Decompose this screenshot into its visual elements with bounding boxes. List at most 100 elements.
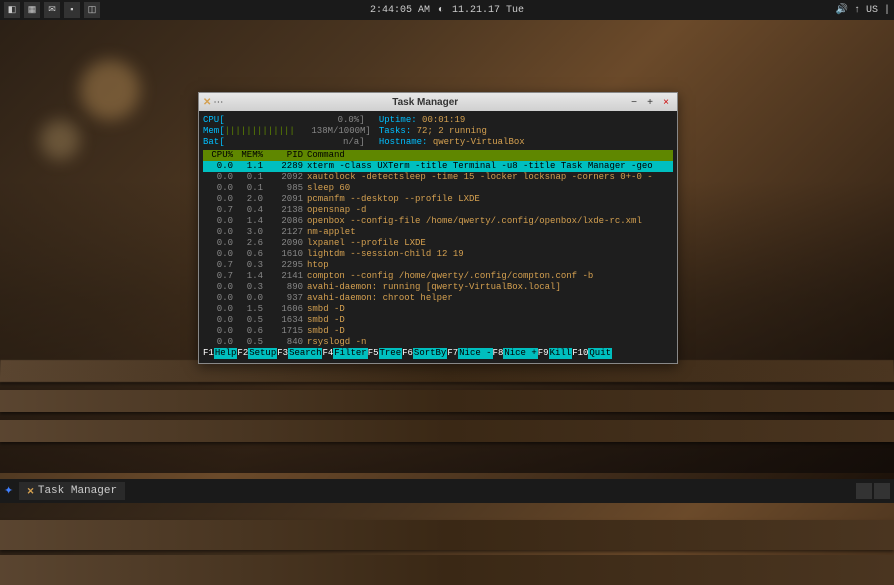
shade-icon[interactable]: ⋯ <box>213 97 223 108</box>
proc-pid: 890 <box>263 282 303 293</box>
mem-value: 138M/1000M] <box>295 126 371 137</box>
terminal-icon[interactable]: ▪ <box>64 2 80 18</box>
process-row[interactable]: 0.00.0937avahi-daemon: chroot helper <box>203 293 673 304</box>
proc-cpu: 0.0 <box>203 227 233 238</box>
proc-pid: 840 <box>263 337 303 348</box>
tasks-value: 72; 2 running <box>417 126 487 136</box>
fkey-label[interactable]: Nice + <box>503 348 537 359</box>
process-row[interactable]: 0.71.42141compton --config /home/qwerty/… <box>203 271 673 282</box>
fkey-label[interactable]: Search <box>288 348 322 359</box>
proc-mem: 0.3 <box>233 260 263 271</box>
process-row[interactable]: 0.01.51606smbd -D <box>203 304 673 315</box>
process-header[interactable]: CPU% MEM% PID Command <box>203 150 673 161</box>
fkey: F3 <box>277 348 288 359</box>
taskbar-item-task-manager[interactable]: ✕ Task Manager <box>19 482 125 500</box>
process-row[interactable]: 0.00.61610lightdm --session-child 12 19 <box>203 249 673 260</box>
proc-cpu: 0.0 <box>203 161 233 172</box>
proc-cpu: 0.7 <box>203 205 233 216</box>
fkey-label[interactable]: Setup <box>248 348 277 359</box>
proc-mem: 0.5 <box>233 337 263 348</box>
proc-pid: 937 <box>263 293 303 304</box>
fkey-label[interactable]: Filter <box>333 348 367 359</box>
proc-cpu: 0.0 <box>203 282 233 293</box>
function-key-bar: F1HelpF2SetupF3SearchF4FilterF5TreeF6Sor… <box>203 348 673 359</box>
header-mem: MEM% <box>233 150 263 161</box>
keyboard-locale[interactable]: US <box>866 5 878 16</box>
proc-cpu: 0.0 <box>203 238 233 249</box>
proc-cpu: 0.0 <box>203 216 233 227</box>
proc-mem: 1.5 <box>233 304 263 315</box>
process-row[interactable]: 0.00.5840rsyslogd -n <box>203 337 673 348</box>
proc-command: pcmanfm --desktop --profile LXDE <box>303 194 673 205</box>
proc-command: avahi-daemon: running [qwerty-VirtualBox… <box>303 282 673 293</box>
fkey-label[interactable]: Quit <box>588 348 612 359</box>
proc-pid: 1606 <box>263 304 303 315</box>
process-row[interactable]: 0.01.42086openbox --config-file /home/qw… <box>203 216 673 227</box>
launcher-icon[interactable]: ▦ <box>24 2 40 18</box>
proc-pid: 2138 <box>263 205 303 216</box>
fkey: F8 <box>493 348 504 359</box>
weather-icon[interactable]: ◐ <box>438 5 444 16</box>
bat-value: n/a] <box>225 137 365 148</box>
workspace-2[interactable] <box>874 483 890 499</box>
launcher-icon[interactable]: ✉ <box>44 2 60 18</box>
process-row[interactable]: 0.00.12092xautolock -detectsleep -time 1… <box>203 172 673 183</box>
process-row[interactable]: 0.70.42138opensnap -d <box>203 205 673 216</box>
workspace-1[interactable] <box>856 483 872 499</box>
terminal-body[interactable]: CPU[0.0%] Mem[|||||||||||||138M/1000M] B… <box>199 111 677 363</box>
fkey-label[interactable]: Nice - <box>458 348 492 359</box>
launcher-icon[interactable]: ◧ <box>4 2 20 18</box>
volume-icon[interactable]: 🔊 <box>836 4 848 16</box>
proc-mem: 3.0 <box>233 227 263 238</box>
bottom-panel: ✦ ✕ Task Manager <box>0 479 894 503</box>
process-row[interactable]: 0.00.61715smbd -D <box>203 326 673 337</box>
proc-command: smbd -D <box>303 315 673 326</box>
fkey: F6 <box>402 348 413 359</box>
process-row[interactable]: 0.00.1985sleep 60 <box>203 183 673 194</box>
proc-cpu: 0.0 <box>203 249 233 260</box>
process-row[interactable]: 0.00.3890avahi-daemon: running [qwerty-V… <box>203 282 673 293</box>
proc-mem: 2.0 <box>233 194 263 205</box>
hostname-label: Hostname: <box>379 137 433 147</box>
proc-mem: 0.6 <box>233 249 263 260</box>
proc-cpu: 0.7 <box>203 271 233 282</box>
app-icon: ✕ <box>27 484 34 498</box>
process-row[interactable]: 0.02.62090lxpanel --profile LXDE <box>203 238 673 249</box>
window-titlebar[interactable]: ✕ ⋯ Task Manager − + × <box>199 93 677 111</box>
header-command: Command <box>303 150 673 161</box>
fkey-label[interactable]: Kill <box>549 348 573 359</box>
process-row[interactable]: 0.00.51634smbd -D <box>203 315 673 326</box>
proc-mem: 0.1 <box>233 183 263 194</box>
clock-time[interactable]: 2:44:05 AM <box>370 5 430 16</box>
proc-pid: 2086 <box>263 216 303 227</box>
wallpaper-bokeh <box>80 60 140 120</box>
proc-mem: 0.3 <box>233 282 263 293</box>
proc-cpu: 0.0 <box>203 337 233 348</box>
cpu-value: 0.0%] <box>225 115 365 126</box>
proc-command: opensnap -d <box>303 205 673 216</box>
proc-command: lightdm --session-child 12 19 <box>303 249 673 260</box>
process-row[interactable]: 0.02.02091pcmanfm --desktop --profile LX… <box>203 194 673 205</box>
proc-mem: 1.4 <box>233 271 263 282</box>
maximize-button[interactable]: + <box>643 95 657 109</box>
proc-cpu: 0.0 <box>203 172 233 183</box>
proc-pid: 1634 <box>263 315 303 326</box>
proc-pid: 1715 <box>263 326 303 337</box>
proc-cpu: 0.0 <box>203 326 233 337</box>
process-row[interactable]: 0.70.32295htop <box>203 260 673 271</box>
mem-label: Mem[ <box>203 126 225 136</box>
process-row[interactable]: 0.03.02127nm-applet <box>203 227 673 238</box>
terminal-window: ✕ ⋯ Task Manager − + × CPU[0.0%] Mem[|||… <box>198 92 678 364</box>
updates-icon[interactable]: ↑ <box>854 5 860 16</box>
clock-date[interactable]: 11.21.17 Tue <box>452 5 524 16</box>
process-row[interactable]: 0.01.12289xterm -class UXTerm -title Ter… <box>203 161 673 172</box>
minimize-button[interactable]: − <box>627 95 641 109</box>
fkey: F4 <box>322 348 333 359</box>
fkey-label[interactable]: Tree <box>379 348 403 359</box>
proc-cpu: 0.0 <box>203 304 233 315</box>
close-button[interactable]: × <box>659 95 673 109</box>
show-desktop-icon[interactable]: ✦ <box>4 484 13 498</box>
fkey-label[interactable]: Help <box>214 348 238 359</box>
launcher-icon[interactable]: ◫ <box>84 2 100 18</box>
fkey-label[interactable]: SortBy <box>413 348 447 359</box>
